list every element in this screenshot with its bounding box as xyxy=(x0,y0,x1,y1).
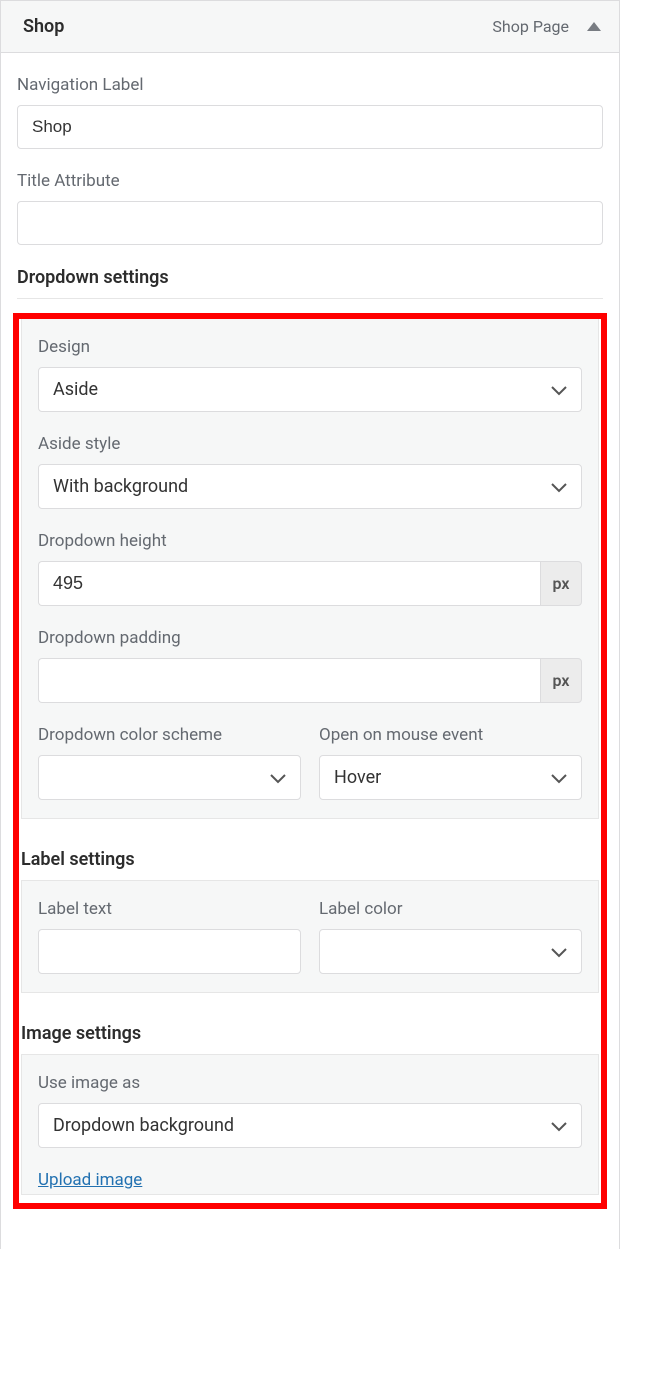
label-settings-heading: Label settings xyxy=(21,849,599,881)
title-attribute-label: Title Attribute xyxy=(17,171,603,191)
navigation-label-input[interactable] xyxy=(17,105,603,149)
aside-style-select[interactable]: With background xyxy=(38,464,582,509)
label-text-input[interactable] xyxy=(38,929,301,974)
image-settings-heading: Image settings xyxy=(21,1023,599,1055)
menu-item-header[interactable]: Shop Shop Page xyxy=(1,0,619,53)
dropdown-padding-label: Dropdown padding xyxy=(38,628,582,648)
label-text-label: Label text xyxy=(38,899,301,919)
dropdown-height-label: Dropdown height xyxy=(38,531,582,551)
label-color-select[interactable] xyxy=(319,929,582,974)
label-color-label: Label color xyxy=(319,899,582,919)
label-settings-panel: Label text Label color xyxy=(21,881,599,993)
use-image-as-label: Use image as xyxy=(38,1073,582,1093)
use-image-as-select[interactable]: Dropdown background xyxy=(38,1103,582,1148)
open-event-select[interactable]: Hover xyxy=(319,755,582,800)
image-settings-panel: Use image as Dropdown background Upload … xyxy=(21,1055,599,1195)
dropdown-settings-panel: Design Aside Aside style With background xyxy=(21,319,599,819)
menu-item-type: Shop Page xyxy=(492,17,569,36)
dropdown-height-input[interactable] xyxy=(38,561,540,606)
navigation-label-label: Navigation Label xyxy=(17,75,603,95)
title-attribute-input[interactable] xyxy=(17,201,603,245)
highlight-box: Design Aside Aside style With background xyxy=(13,313,607,1209)
dropdown-padding-input[interactable] xyxy=(38,658,540,703)
color-scheme-label: Dropdown color scheme xyxy=(38,725,301,745)
color-scheme-select[interactable] xyxy=(38,755,301,800)
collapse-up-icon xyxy=(587,22,601,31)
design-select[interactable]: Aside xyxy=(38,367,582,412)
menu-item-title: Shop xyxy=(23,16,64,37)
dropdown-settings-heading: Dropdown settings xyxy=(17,267,603,299)
px-unit-label: px xyxy=(540,658,582,703)
upload-image-link[interactable]: Upload image xyxy=(38,1170,142,1190)
design-label: Design xyxy=(38,337,582,357)
px-unit-label: px xyxy=(540,561,582,606)
aside-style-label: Aside style xyxy=(38,434,582,454)
open-event-label: Open on mouse event xyxy=(319,725,582,745)
